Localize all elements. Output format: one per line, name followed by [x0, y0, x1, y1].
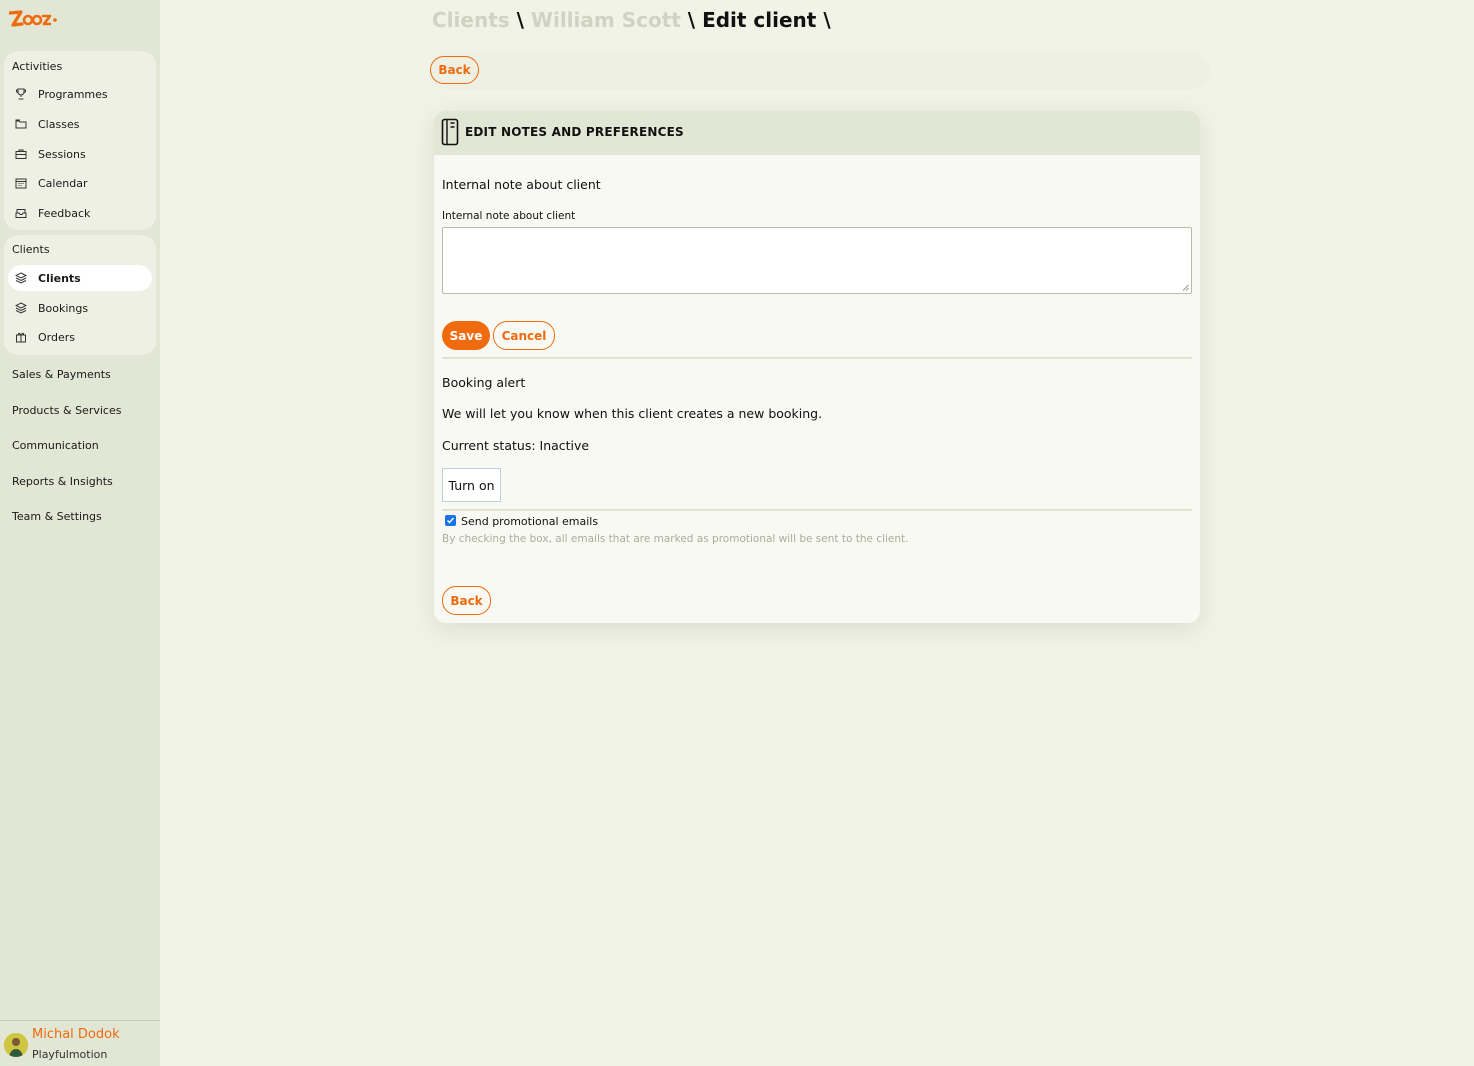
sidebar-item-orders[interactable]: Orders — [8, 324, 152, 350]
clients-icon — [15, 272, 27, 284]
folder-icon — [15, 118, 27, 130]
sidebar-link-team-settings[interactable]: Team & Settings — [12, 510, 102, 523]
inbox-icon — [15, 207, 27, 219]
edit-notes-card: EDIT NOTES AND PREFERENCES Internal note… — [434, 111, 1200, 623]
section-divider — [442, 509, 1192, 511]
breadcrumb-separator: \ — [516, 8, 531, 32]
zooza-logo[interactable] — [9, 9, 57, 29]
sidebar-link-sales-payments[interactable]: Sales & Payments — [12, 368, 111, 381]
section-divider — [442, 357, 1192, 359]
booking-alert-description: We will let you know when this client cr… — [442, 406, 823, 421]
user-name: Michal Dodok — [32, 1027, 120, 1042]
nav-group-activities: Activities Programmes Classes Sessions C… — [4, 51, 156, 230]
sidebar-item-calendar[interactable]: Calendar — [8, 170, 152, 196]
sidebar-item-label: Orders — [38, 330, 75, 344]
sidebar-item-label: Bookings — [38, 301, 89, 315]
resize-handle-icon[interactable] — [1182, 284, 1189, 291]
note-field-label: Internal note about client — [442, 210, 576, 222]
gift-icon — [15, 331, 27, 343]
back-button-bottom[interactable]: Back — [442, 586, 491, 615]
user-organization: Playfulmotion — [32, 1048, 108, 1061]
sidebar: Activities Programmes Classes Sessions C… — [0, 0, 160, 1066]
section-title-booking-alert: Booking alert — [442, 375, 526, 390]
breadcrumb-separator: \ — [687, 8, 703, 32]
sidebar-item-feedback[interactable]: Feedback — [8, 200, 152, 226]
promotional-emails-label[interactable]: Send promotional emails — [461, 515, 598, 528]
sidebar-item-programmes[interactable]: Programmes — [8, 81, 152, 107]
user-profile[interactable]: Michal Dodok Playfulmotion — [0, 1020, 160, 1066]
booking-alert-status: Current status: Inactive — [442, 438, 590, 453]
promotional-emails-checkbox[interactable] — [445, 515, 456, 526]
sidebar-item-label: Calendar — [38, 176, 88, 190]
breadcrumb-link-client[interactable]: William Scott — [531, 8, 681, 32]
sidebar-link-products-services[interactable]: Products & Services — [12, 404, 121, 417]
sidebar-item-clients[interactable]: Clients — [8, 265, 152, 291]
calendar-icon — [15, 177, 27, 189]
nav-group-title: Activities — [12, 60, 63, 73]
sidebar-item-label: Classes — [38, 117, 80, 131]
avatar — [4, 1033, 28, 1057]
sidebar-link-communication[interactable]: Communication — [12, 439, 99, 452]
sidebar-link-reports-insights[interactable]: Reports & Insights — [12, 475, 113, 488]
action-bar: Back — [430, 52, 1210, 90]
internal-note-textarea[interactable] — [442, 227, 1192, 294]
section-title-note: Internal note about client — [442, 177, 601, 192]
card-header: EDIT NOTES AND PREFERENCES — [434, 111, 1200, 155]
turn-on-button[interactable]: Turn on — [442, 468, 501, 502]
breadcrumb-link-clients[interactable]: Clients — [432, 8, 510, 32]
save-button[interactable]: Save — [442, 321, 490, 350]
layers-icon — [15, 302, 27, 314]
sidebar-item-label: Feedback — [38, 206, 91, 220]
notebook-icon — [441, 118, 459, 146]
nav-group-title: Clients — [12, 243, 50, 256]
checkmark-icon — [447, 517, 455, 524]
page-title: Edit client — [702, 8, 817, 32]
sidebar-item-sessions[interactable]: Sessions — [8, 141, 152, 167]
sidebar-item-bookings[interactable]: Bookings — [8, 295, 152, 321]
nav-group-clients: Clients Clients Bookings Orders — [4, 235, 156, 355]
breadcrumb: Clients \ William Scott \ Edit client \ — [432, 8, 831, 32]
card-title: EDIT NOTES AND PREFERENCES — [465, 125, 684, 139]
sidebar-item-label: Sessions — [38, 147, 86, 161]
sidebar-item-label: Programmes — [38, 87, 108, 101]
cancel-button[interactable]: Cancel — [493, 321, 555, 350]
sidebar-item-classes[interactable]: Classes — [8, 111, 152, 137]
breadcrumb-separator: \ — [823, 8, 831, 32]
briefcase-icon — [15, 148, 27, 160]
trophy-icon — [15, 88, 27, 100]
back-button[interactable]: Back — [430, 56, 479, 84]
sidebar-item-label: Clients — [38, 271, 81, 285]
promotional-emails-help: By checking the box, all emails that are… — [442, 533, 909, 545]
